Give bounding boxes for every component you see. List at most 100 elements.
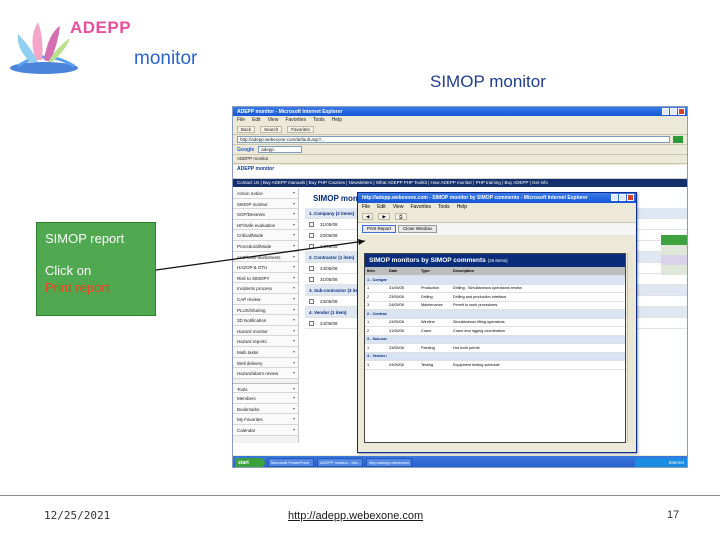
taskbar-item[interactable]: Microsoft PowerPoint	[268, 458, 314, 467]
start-button[interactable]: start	[235, 457, 265, 467]
footer-url[interactable]: http://adepp.webexone.com	[288, 510, 423, 522]
sidebar-item[interactable]: 3D Notification	[233, 315, 298, 326]
sidebar-item[interactable]: HF/Safe evaluation	[233, 219, 298, 231]
minimize-icon[interactable]	[611, 194, 618, 201]
maximize-icon[interactable]	[619, 194, 626, 201]
callout-line1: Click on	[45, 263, 92, 278]
logo-monitor-word: monitor	[134, 48, 198, 69]
sidebar-item[interactable]: SIMOP monitor	[233, 198, 298, 210]
popup-scrollbar[interactable]	[627, 253, 633, 443]
sidebar-item[interactable]: Action notice	[233, 188, 298, 199]
menu-file[interactable]: File	[237, 117, 245, 123]
sidebar-item[interactable]: Calendar	[233, 425, 298, 436]
menu-tools[interactable]: Tools	[438, 204, 450, 210]
row-checkbox[interactable]	[309, 244, 314, 249]
footer-date: 12/25/2021	[44, 509, 111, 522]
sidebar-item[interactable]: Multi tasks	[233, 346, 298, 358]
sidebar-item[interactable]: Bookmarks	[233, 403, 298, 415]
report-action-bar: Print Report Close Window	[358, 223, 636, 235]
report-cell: Drilling and production interface	[453, 294, 507, 299]
sidebar-item[interactable]: Critical/Mode	[233, 230, 298, 241]
sidebar-item[interactable]: Well delivery	[233, 357, 298, 369]
print-report-button[interactable]: Print Report	[362, 225, 397, 233]
row-checkbox[interactable]	[309, 277, 314, 282]
row-checkbox[interactable]	[309, 299, 314, 304]
report-row: 1 24/05/08 Wireline Simultaneous lifting op…	[365, 319, 625, 327]
system-tray: Internet	[635, 457, 687, 467]
row-text: 24/05/08	[320, 244, 338, 249]
sidebar-item[interactable]: SOP/Desevks	[233, 209, 298, 220]
minimize-icon[interactable]	[662, 108, 669, 115]
menu-edit[interactable]: Edit	[252, 117, 261, 123]
report-cell: 23/05/08	[389, 294, 404, 299]
taskbar-item[interactable]: ADEPP monitor - Mic...	[317, 458, 363, 467]
favorites-button[interactable]: Favorites	[287, 125, 314, 133]
menu-edit[interactable]: Edit	[377, 204, 386, 210]
report-cell: 2 - Contractor (1 item)	[367, 311, 387, 316]
report-cell: 31/05/08	[389, 328, 404, 333]
back-icon[interactable]: ◀	[362, 213, 374, 220]
print-icon[interactable]: ⎙	[394, 213, 407, 220]
popup-title: http://adepp.webexone.com - SIMOP monito…	[362, 195, 588, 201]
sidebar-item[interactable]: Hazard reports	[233, 336, 298, 347]
search-button[interactable]: Search	[260, 125, 283, 133]
close-window-button[interactable]: Close Window	[398, 225, 437, 233]
row-text: 23/05/08	[320, 233, 338, 238]
report-row: 1 31/05/08 Production Drilling - Simultaneo…	[365, 285, 625, 293]
close-icon[interactable]	[627, 194, 634, 201]
taskbar-item[interactable]: http://adepp.webexone	[366, 458, 412, 467]
site-navigation[interactable]: Contact Us | Buy ADEPP manuals | Buy PHP…	[233, 179, 687, 187]
sidebar-item[interactable]: Procedural/Mode	[233, 240, 298, 252]
browser-title: ADEPP monitor - Microsoft Internet Explo…	[237, 109, 343, 115]
go-icon[interactable]	[673, 136, 683, 143]
address-input[interactable]: http://adepp.webexone.com/default.asp?..…	[237, 136, 670, 143]
menu-tools[interactable]: Tools	[313, 117, 325, 123]
callout-title: SIMOP report	[45, 231, 125, 246]
column-header: Type	[421, 269, 430, 273]
menu-view[interactable]: View	[268, 117, 279, 123]
sidebar-item[interactable]: Tools	[233, 382, 298, 394]
report-cell: Hot work permit	[453, 345, 480, 350]
google-search-input[interactable]: adepp	[258, 146, 303, 153]
sidebar-item[interactable]: Hazard/alarm review	[233, 368, 298, 379]
close-icon[interactable]	[678, 108, 685, 115]
sidebar-item[interactable]: Hazard monitor	[233, 325, 298, 337]
link-adepp-monitor[interactable]: ADEPP monitor	[237, 156, 268, 161]
menu-favorites[interactable]: Favorites	[410, 204, 431, 210]
menu-view[interactable]: View	[393, 204, 404, 210]
sidebar-item[interactable]: Incidents process	[233, 283, 298, 294]
row-checkbox[interactable]	[309, 321, 314, 326]
report-cell: 31/05/08	[389, 286, 404, 291]
back-button[interactable]: Back	[237, 125, 256, 133]
popup-titlebar: http://adepp.webexone.com - SIMOP monito…	[358, 193, 636, 203]
row-checkbox[interactable]	[309, 266, 314, 271]
sidebar-item[interactable]: My Favorites	[233, 414, 298, 426]
sidebar-item[interactable]: HAZOP & OTU	[233, 262, 298, 273]
menu-help[interactable]: Help	[457, 204, 467, 210]
sidebar-item[interactable]: Members	[233, 393, 298, 404]
forward-icon[interactable]: ▶	[378, 213, 390, 220]
report-row: 3 24/05/08 Maintenance Permit to work proce…	[365, 302, 625, 310]
report-cell: Simultaneous lifting operations	[453, 320, 505, 325]
row-text: 24/05/08	[320, 321, 338, 326]
page-header: ADEPP monitor	[233, 165, 687, 179]
menu-favorites[interactable]: Favorites	[285, 117, 306, 123]
report-cell: 1 - Company (2 items)	[367, 277, 387, 282]
sidebar-item[interactable]: CAP review	[233, 293, 298, 305]
google-label: Google	[237, 146, 255, 153]
maximize-icon[interactable]	[670, 108, 677, 115]
menu-file[interactable]: File	[362, 204, 370, 210]
sidebar-item[interactable]: PLUS/Sharing	[233, 304, 298, 316]
row-checkbox[interactable]	[309, 233, 314, 238]
menu-help[interactable]: Help	[332, 117, 342, 123]
sidebar-item[interactable]: Risk to SIMOPY	[233, 272, 298, 284]
sidebar-item[interactable]: AntPhase worksheets	[233, 251, 298, 263]
report-group-row: 2 - Contractor (1 item)	[365, 310, 625, 319]
report-cell: Permit to work procedures	[453, 303, 498, 308]
address-bar: http://adepp.webexone.com/default.asp?..…	[233, 135, 687, 145]
row-text: 24/05/08	[320, 266, 338, 271]
report-cell: Wireline	[421, 320, 435, 325]
report-cell: 1	[367, 286, 370, 291]
row-checkbox[interactable]	[309, 222, 314, 227]
window-controls	[662, 108, 685, 115]
